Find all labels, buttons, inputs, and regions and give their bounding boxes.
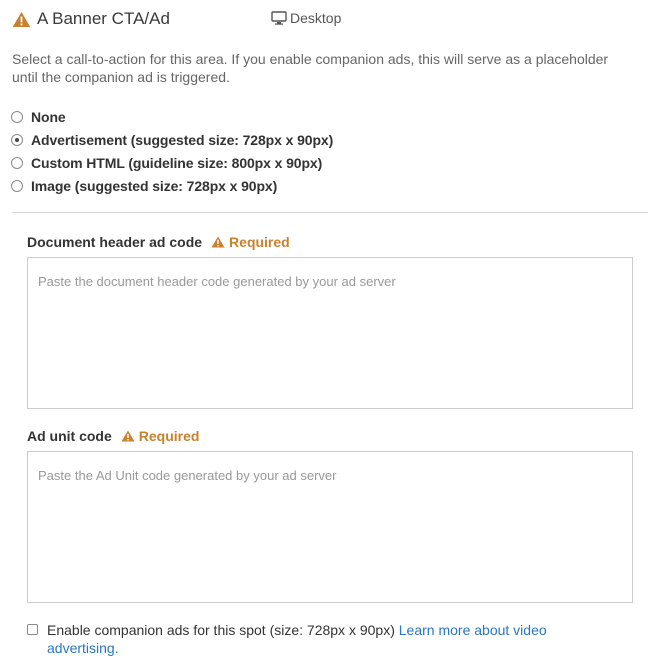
required-indicator: Required [121,428,200,444]
radio-option-custom-html[interactable]: Custom HTML (guideline size: 800px x 90p… [11,151,333,174]
companion-ads-option: Enable companion ads for this spot (size… [27,621,627,657]
radio-option-advertisement[interactable]: Advertisement (suggested size: 728px x 9… [11,128,333,151]
warning-icon [121,430,135,442]
doc-header-code-textarea[interactable]: Paste the document header code generated… [27,257,633,409]
radio-label: None [31,108,66,125]
ad-unit-placeholder: Paste the Ad Unit code generated by your… [38,468,337,483]
section-title: A Banner CTA/Ad [37,9,170,28]
warning-icon [12,11,31,27]
section-header: A Banner CTA/Ad [12,8,170,30]
companion-ads-text: Enable companion ads for this spot (size… [47,621,577,657]
device-label: Desktop [290,10,342,26]
required-text: Required [229,234,290,250]
doc-header-placeholder: Paste the document header code generated… [38,274,396,289]
radio-label: Custom HTML (guideline size: 800px x 90p… [31,154,323,171]
companion-ads-checkbox[interactable] [27,624,38,635]
device-indicator: Desktop [271,10,341,26]
ad-unit-code-textarea[interactable]: Paste the Ad Unit code generated by your… [27,451,633,603]
doc-header-label-text: Document header ad code [27,234,203,250]
companion-ads-label: Enable companion ads for this spot (size… [47,622,395,638]
radio-label: Advertisement (suggested size: 728px x 9… [31,131,334,148]
radio-option-none[interactable]: None [11,105,333,128]
ad-unit-field-label: Ad unit code Required [27,428,199,444]
radio-label: Image (suggested size: 728px x 90px) [31,177,278,194]
cta-type-radio-group: None Advertisement (suggested size: 728p… [11,105,333,197]
desktop-icon [271,11,287,25]
warning-icon [211,236,225,248]
radio-button[interactable] [11,110,23,123]
section-description: Select a call-to-action for this area. I… [12,51,609,85]
divider [12,212,648,213]
required-text: Required [138,428,200,444]
radio-button[interactable] [11,156,23,169]
radio-button[interactable] [11,179,23,192]
radio-button-checked[interactable] [11,133,23,146]
doc-header-field-label: Document header ad code Required [27,234,290,250]
ad-unit-label-text: Ad unit code [27,428,112,444]
required-indicator: Required [211,234,290,250]
radio-option-image[interactable]: Image (suggested size: 728px x 90px) [11,174,333,197]
